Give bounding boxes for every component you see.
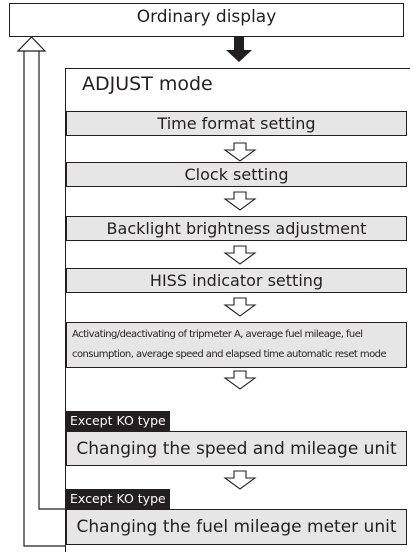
step-label: Time format setting (157, 114, 316, 133)
ordinary-display-box: Ordinary display (9, 3, 404, 37)
return-loop-outer (23, 47, 65, 547)
step-label: Clock setting (184, 165, 289, 184)
step-label: Backlight brightness adjustment (106, 219, 367, 238)
step-time-format: Time format setting (66, 111, 407, 136)
step-clock: Clock setting (66, 162, 407, 187)
step-automatic-reset-mode: Activating/deactivating of tripmeter A, … (66, 322, 407, 368)
step-speed-mileage-unit: Changing the speed and mileage unit (66, 431, 407, 466)
ordinary-display-label: Ordinary display (136, 7, 277, 27)
step-fuel-mileage-unit: Changing the fuel mileage meter unit (66, 509, 407, 545)
adjust-mode-panel (65, 68, 410, 552)
step-backlight: Backlight brightness adjustment (66, 216, 407, 241)
step-label: Changing the speed and mileage unit (76, 438, 397, 459)
step-hiss-indicator: HISS indicator setting (66, 268, 407, 293)
step-label: Activating/deactivating of tripmeter A, … (72, 329, 387, 360)
except-ko-type-badge: Except KO type (66, 489, 170, 509)
return-arrow-head (16, 36, 47, 52)
step-label: Changing the fuel mileage meter unit (76, 517, 397, 537)
adjust-mode-title: ADJUST mode (82, 73, 213, 95)
return-loop-inner (38, 47, 65, 510)
except-ko-type-badge: Except KO type (66, 411, 170, 431)
step-label: HISS indicator setting (149, 271, 324, 290)
enter-adjust-arrow (226, 37, 252, 62)
